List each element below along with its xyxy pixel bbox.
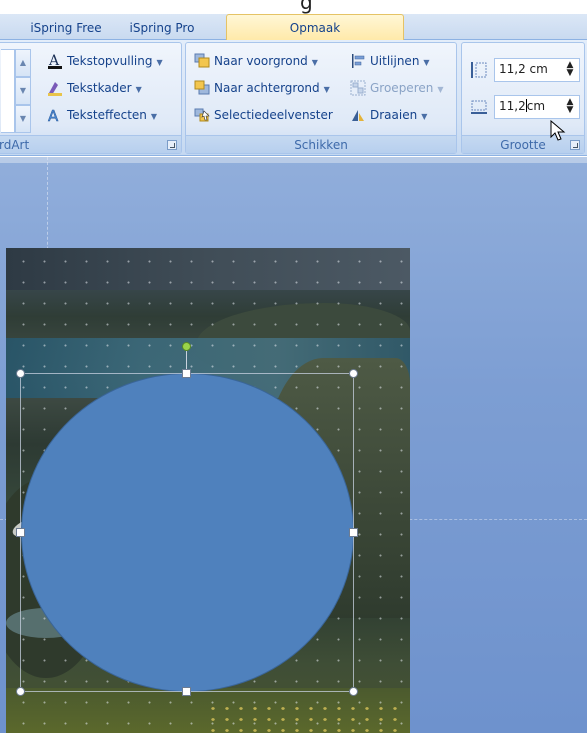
chevron-down-icon: ▼ (437, 85, 444, 94)
group-icon (350, 80, 366, 96)
naar-achtergrond-label: Naar achtergrond (214, 81, 320, 95)
gallery-more-button[interactable]: ▼ (15, 105, 31, 133)
gallery-up-button[interactable]: ▲ (15, 49, 31, 77)
chevron-down-icon: ▼ (423, 58, 430, 67)
mouse-pointer-icon (549, 119, 569, 142)
resize-handle-left[interactable] (16, 528, 25, 537)
title-fragment: g (300, 0, 314, 14)
tekstkader-label: Tekstkader (67, 81, 132, 95)
dialog-launcher-icon[interactable] (167, 140, 177, 150)
resize-handle-bottom-right[interactable] (349, 687, 358, 696)
text-effects-icon: A (47, 107, 63, 126)
grootte-group-title: Grootte (500, 138, 546, 152)
uitlijnen-label: Uitlijnen (370, 54, 420, 68)
shape-height-field[interactable]: 11,2 cm ▲ ▼ (494, 58, 580, 82)
shape-height-value: 11,2 cm (499, 62, 548, 76)
title-strip: g (0, 0, 587, 14)
chevron-down-icon: ▼ (135, 85, 142, 94)
shape-width-unit: cm (526, 99, 546, 113)
chevron-down-icon: ▼ (150, 112, 158, 121)
schikken-group-label: Schikken (186, 135, 456, 153)
width-spinner[interactable]: ▲ ▼ (565, 98, 575, 116)
wordart-gallery-scroll: ▲ ▼ ▼ (15, 49, 31, 133)
align-icon (350, 53, 366, 69)
tab-opmaak[interactable]: Opmaak (226, 14, 404, 41)
schikken-group-title: Schikken (294, 138, 348, 152)
groeperen-label: Groeperen (370, 81, 434, 95)
wordart-gallery[interactable] (1, 49, 15, 133)
resize-handle-top-left[interactable] (16, 369, 25, 378)
selection-box (20, 373, 354, 692)
slide-workspace[interactable] (0, 157, 587, 733)
workspace-top-band (0, 157, 587, 163)
text-fill-icon: A (47, 53, 63, 69)
gallery-down-button[interactable]: ▼ (15, 77, 31, 105)
svg-text:A: A (48, 107, 59, 123)
shape-width-icon (470, 98, 488, 116)
chevron-down-icon: ▼ (421, 112, 428, 121)
teksteffecten-label: Teksteffecten (67, 108, 147, 122)
shape-height-icon (470, 61, 488, 79)
resize-handle-right[interactable] (349, 528, 358, 537)
tab-ispring-free[interactable]: iSpring Free (20, 17, 112, 40)
rotate-icon (350, 107, 366, 123)
shape-width-value: 11,2 (499, 99, 526, 113)
draaien-label: Draaien (370, 108, 418, 122)
tekstopvulling-label: Tekstopvulling (67, 54, 153, 68)
wordart-group: ▲ ▼ ▼ A Tekstopvulling ▼ Tekstkader ▼ A Te… (0, 42, 182, 154)
wordart-group-title: rdArt (0, 138, 30, 152)
chevron-down-icon: ▼ (311, 58, 318, 67)
schikken-group: Naar voorgrond ▼ Naar achtergrond ▼ Select… (185, 42, 457, 154)
height-spinner[interactable]: ▲ ▼ (565, 61, 575, 79)
resize-handle-bottom[interactable] (182, 687, 191, 696)
selectiedeelvenster-label: Selectiedeelvenster (214, 108, 333, 122)
selection-pane-icon (194, 107, 210, 123)
resize-handle-top-right[interactable] (349, 369, 358, 378)
ribbon: ▲ ▼ ▼ A Tekstopvulling ▼ Tekstkader ▼ A Te… (0, 40, 587, 156)
chevron-down-icon: ▼ (156, 58, 163, 67)
ribbon-tab-bar: iSpring Free iSpring Pro Opmaak (0, 14, 587, 41)
tab-ispring-pro[interactable]: iSpring Pro (112, 17, 212, 40)
resize-handle-top[interactable] (182, 369, 191, 378)
rotation-stem (186, 351, 187, 369)
send-backward-icon (194, 80, 210, 96)
chevron-down-icon: ▼ (323, 85, 330, 94)
dialog-launcher-icon[interactable] (570, 140, 580, 150)
text-outline-icon (47, 80, 63, 96)
bring-forward-icon (194, 53, 210, 69)
naar-voorgrond-label: Naar voorgrond (214, 54, 308, 68)
resize-handle-bottom-left[interactable] (16, 687, 25, 696)
wordart-group-label: rdArt (0, 135, 181, 153)
rotation-handle[interactable] (182, 342, 191, 351)
shape-width-field[interactable]: 11,2cm ▲ ▼ (494, 95, 580, 119)
